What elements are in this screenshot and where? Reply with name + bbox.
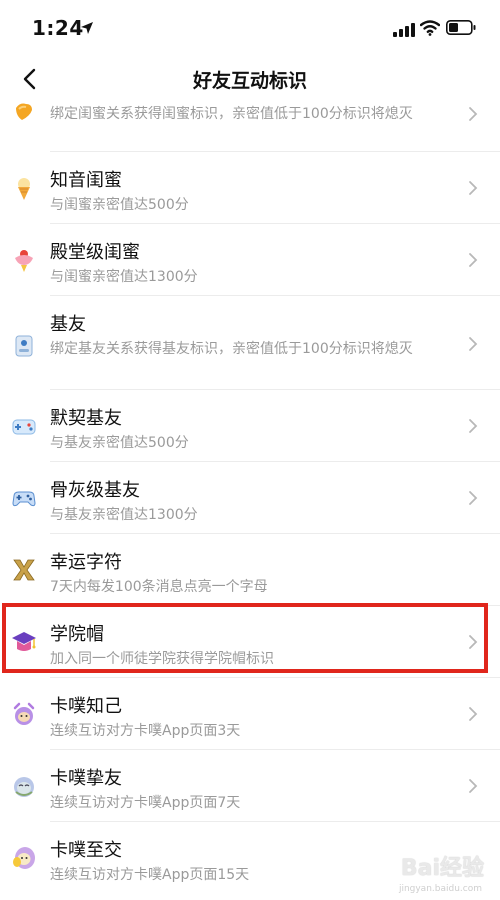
list-item-title: 骨灰级基友 xyxy=(50,480,140,501)
watermark-subtext: jingyan.baidu.com xyxy=(398,884,482,894)
chevron-right-icon xyxy=(469,779,478,793)
list-item-xingyun-zifu[interactable]: 幸运字符 7天内每发100条消息点亮一个字母 xyxy=(0,534,500,606)
list-item-dientang-guimi[interactable]: 殿堂级闺蜜 与闺蜜亲密值达1300分 xyxy=(0,224,500,296)
ice-cream-cone-icon xyxy=(10,174,38,202)
blue-character-icon xyxy=(10,772,38,800)
orange-heart-icon xyxy=(10,98,38,126)
list-item-desc: 与闺蜜亲密值达1300分 xyxy=(50,269,198,285)
list-item-title: 殿堂级闺蜜 xyxy=(50,242,140,263)
list-item-desc: 7天内每发100条消息点亮一个字母 xyxy=(50,579,268,595)
list-item-desc: 绑定闺蜜关系获得闺蜜标识，亲密值低于100分标识将熄灭 xyxy=(50,106,413,122)
list-item-title: 卡噗挚友 xyxy=(50,768,122,789)
list-item-zhiyin-guimi[interactable]: 知音闺蜜 与闺蜜亲密值达500分 xyxy=(0,152,500,224)
list-item-title: 知音闺蜜 xyxy=(50,170,122,191)
list-item-moqi-jiyou[interactable]: 默契基友 与基友亲密值达500分 xyxy=(0,390,500,462)
watermark-text: Bai经验 xyxy=(400,856,484,881)
badge-list: 绑定闺蜜关系获得闺蜜标识，亲密值低于100分标识将熄灭 知音闺蜜 与闺蜜亲密值达… xyxy=(0,92,500,900)
chevron-right-icon xyxy=(469,635,478,649)
chevron-right-icon xyxy=(469,491,478,505)
chevron-right-icon xyxy=(469,419,478,433)
cellular-signal-icon xyxy=(393,22,415,41)
gamepad-icon xyxy=(10,484,38,512)
page-title: 好友互动标识 xyxy=(192,70,307,92)
yellow-character-icon xyxy=(10,844,38,872)
list-item-title: 幸运字符 xyxy=(50,552,122,573)
list-item-best-friend[interactable]: 绑定闺蜜关系获得闺蜜标识，亲密值低于100分标识将熄灭 xyxy=(0,92,500,152)
chevron-right-icon xyxy=(469,107,478,121)
wifi-icon xyxy=(419,20,441,40)
list-item-desc: 加入同一个师徒学院获得学院帽标识 xyxy=(50,651,274,667)
status-bar: 1:24 xyxy=(0,0,500,52)
letter-x-icon xyxy=(10,556,38,584)
list-item-desc: 与基友亲密值达500分 xyxy=(50,435,189,451)
chevron-right-icon xyxy=(469,253,478,267)
list-item-title: 默契基友 xyxy=(50,408,122,429)
purple-character-icon xyxy=(10,700,38,728)
battery-icon xyxy=(446,20,476,39)
handheld-console-icon xyxy=(10,412,38,440)
list-item-kapu-zhiyou[interactable]: 卡噗挚友 连续互访对方卡噗App页面7天 xyxy=(0,750,500,822)
list-item-jiyou[interactable]: 基友 绑定基友关系获得基友标识，亲密值低于100分标识将熄灭 xyxy=(0,296,500,390)
chevron-right-icon xyxy=(469,337,478,351)
chevron-right-icon xyxy=(469,707,478,721)
location-arrow-icon xyxy=(80,20,94,39)
list-item-desc: 连续互访对方卡噗App页面7天 xyxy=(50,795,241,811)
list-item-title: 卡噗至交 xyxy=(50,840,122,861)
list-item-title: 卡噗知己 xyxy=(50,696,122,717)
list-item-guhuiji-jiyou[interactable]: 骨灰级基友 与基友亲密值达1300分 xyxy=(0,462,500,534)
list-item-desc: 与闺蜜亲密值达500分 xyxy=(50,197,189,213)
list-item-title: 学院帽 xyxy=(50,624,104,645)
list-item-desc: 连续互访对方卡噗App页面15天 xyxy=(50,867,250,883)
list-item-kapu-zhiji[interactable]: 卡噗知己 连续互访对方卡噗App页面3天 xyxy=(0,678,500,750)
status-time: 1:24 xyxy=(32,16,84,40)
chevron-right-icon xyxy=(469,181,478,195)
joystick-icon xyxy=(10,332,38,360)
sundae-icon xyxy=(10,246,38,274)
list-item-desc: 绑定基友关系获得基友标识，亲密值低于100分标识将熄灭 xyxy=(50,341,413,357)
list-item-desc: 连续互访对方卡噗App页面3天 xyxy=(50,723,241,739)
list-item-desc: 与基友亲密值达1300分 xyxy=(50,507,198,523)
list-item-xueyuan-mao[interactable]: 学院帽 加入同一个师徒学院获得学院帽标识 xyxy=(0,606,500,678)
list-item-title: 基友 xyxy=(50,314,86,335)
graduation-cap-icon xyxy=(10,628,38,656)
